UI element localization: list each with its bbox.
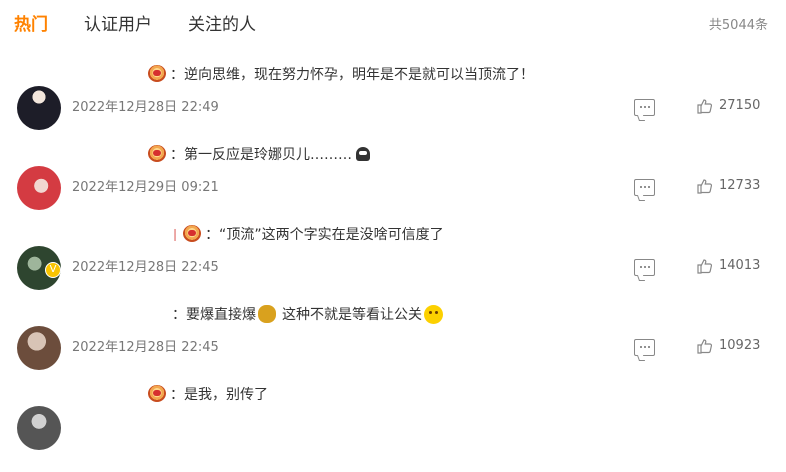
comment-item: ：逆向思维，现在努力怀孕，明年是不是就可以当顶流了！ 2022年12月28日 2… xyxy=(0,64,786,152)
comment-text-line: ：是我，别传了 xyxy=(148,384,268,404)
fist-emoji-icon xyxy=(258,305,276,323)
like-count: 10923 xyxy=(719,338,761,353)
comment-icon[interactable] xyxy=(634,339,655,356)
thumbs-up-icon[interactable] xyxy=(696,98,712,114)
comment-text: ：第一反应是玲娜贝儿……… xyxy=(170,147,352,163)
thumbs-up-icon[interactable] xyxy=(696,258,712,274)
comment-text: ：逆向思维，现在努力怀孕，明年是不是就可以当顶流了！ xyxy=(170,67,534,83)
like-count: 14013 xyxy=(719,258,761,273)
comment-text-line: ：逆向思维，现在努力怀孕，明年是不是就可以当顶流了！ xyxy=(148,64,534,84)
tab-verified-users[interactable]: 认证用户 xyxy=(84,10,152,35)
fan-medal-icon xyxy=(183,224,202,242)
comment-item: ：第一反应是玲娜贝儿……… 2022年12月29日 09:21 12733 xyxy=(0,144,786,232)
tab-following[interactable]: 关注的人 xyxy=(188,10,256,35)
tab-hot[interactable]: 热门 xyxy=(14,10,48,35)
comment-item: ：要爆直接爆 这种不就是等看让公关 2022年12月28日 22:45 1092… xyxy=(0,304,786,392)
comment-text: ：是我，别传了 xyxy=(170,387,268,403)
comment-text-line: ❘ ：“顶流”这两个字实在是没啥可信度了 xyxy=(170,224,444,244)
comment-text: ：“顶流”这两个字实在是没啥可信度了 xyxy=(205,227,444,243)
comment-item: ：是我，别传了 xyxy=(0,384,786,472)
comment-time: 2022年12月28日 22:49 xyxy=(72,100,219,115)
comment-time: 2022年12月29日 09:21 xyxy=(72,180,219,195)
comment-time: 2022年12月28日 22:45 xyxy=(72,340,219,355)
fan-medal-icon xyxy=(148,64,166,82)
verified-badge-icon: V xyxy=(45,262,61,278)
user-tag-icon: ❘ xyxy=(170,227,181,241)
fan-medal-icon xyxy=(148,384,166,402)
like-count: 12733 xyxy=(719,178,761,193)
like-count: 27150 xyxy=(719,98,761,113)
comment-item: V ❘ ：“顶流”这两个字实在是没啥可信度了 2022年12月28日 22:45… xyxy=(0,224,786,312)
thumbs-up-icon[interactable] xyxy=(696,338,712,354)
thumbs-up-icon[interactable] xyxy=(696,178,712,194)
avatar[interactable] xyxy=(17,326,61,370)
comment-filter-tabs: 热门 认证用户 关注的人 xyxy=(14,10,256,35)
comment-icon[interactable] xyxy=(634,259,655,276)
avatar[interactable] xyxy=(17,406,61,450)
fan-medal-icon xyxy=(148,144,166,162)
avatar[interactable] xyxy=(17,166,61,210)
comment-text-part-2: 这种不就是等看让公关 xyxy=(282,307,422,323)
comment-icon[interactable] xyxy=(634,99,655,116)
ghost-emoji-icon xyxy=(356,147,370,161)
smile-emoji-icon xyxy=(424,304,443,324)
comment-text-line: ：要爆直接爆 这种不就是等看让公关 xyxy=(172,304,445,324)
avatar[interactable] xyxy=(17,86,61,130)
comment-icon[interactable] xyxy=(634,179,655,196)
comment-text-part-1: ：要爆直接爆 xyxy=(172,307,256,323)
comment-total-count: 共5044条 xyxy=(708,18,768,33)
comment-text-line: ：第一反应是玲娜贝儿……… xyxy=(148,144,370,164)
comment-time: 2022年12月28日 22:45 xyxy=(72,260,219,275)
